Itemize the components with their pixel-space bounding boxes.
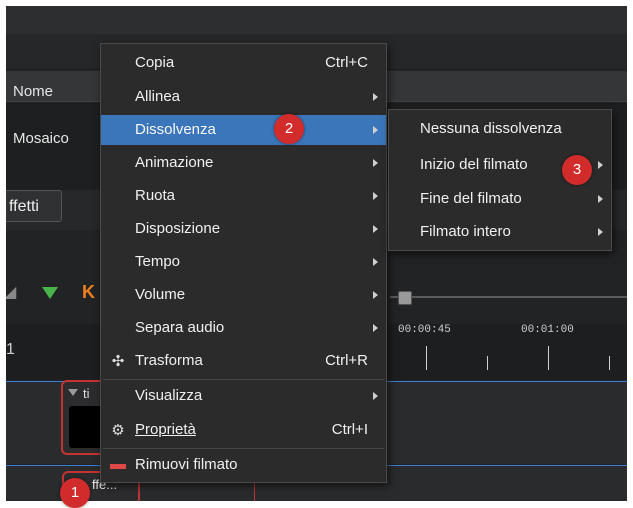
menu-separator — [103, 379, 384, 380]
menu-item-animation[interactable]: Animazione — [101, 148, 386, 178]
ruler-tick — [548, 346, 549, 370]
ruler-tick — [426, 346, 427, 370]
clip-menu-icon[interactable] — [68, 389, 78, 396]
step-badge-2: 2 — [274, 114, 304, 144]
menu-item-label: Separa audio — [135, 319, 225, 336]
move-icon: ✣ — [111, 353, 125, 370]
undo-icon[interactable]: ◢ — [6, 282, 16, 302]
step-badge-3: 3 — [562, 155, 592, 185]
menu-item-shortcut: Ctrl+R — [325, 352, 368, 369]
jump-start-icon[interactable]: K — [82, 282, 95, 303]
menu-item-shortcut: Ctrl+I — [331, 421, 368, 438]
submenu-item-clip-end[interactable]: Fine del filmato — [389, 184, 611, 214]
submenu-arrow-icon — [373, 291, 378, 299]
zoom-slider-track[interactable] — [390, 296, 627, 298]
menu-item-label: Animazione — [135, 154, 214, 171]
submenu-item-label: Filmato intero — [420, 223, 511, 240]
ruler-tick — [487, 356, 488, 370]
column-header-name[interactable]: Nome — [13, 83, 53, 100]
submenu-arrow-icon — [373, 159, 378, 167]
menu-item-transform[interactable]: ✣ Trasforma Ctrl+R — [101, 346, 386, 376]
time-label: 00:00:45 — [398, 324, 451, 336]
submenu-arrow-icon — [598, 195, 603, 203]
submenu-arrow-icon — [373, 258, 378, 266]
menu-item-align[interactable]: Allinea — [101, 82, 386, 112]
submenu-item-label: Fine del filmato — [420, 190, 522, 207]
menu-item-rotate[interactable]: Ruota — [101, 181, 386, 211]
file-name-cell[interactable]: Mosaico — [13, 130, 69, 147]
menu-item-label: Visualizza — [135, 387, 203, 404]
ruler-tick — [609, 356, 610, 370]
submenu-arrow-icon — [373, 225, 378, 233]
title-bar — [6, 6, 627, 34]
menu-item-remove-clip[interactable]: Rimuovi filmato — [101, 450, 386, 480]
time-label: 00:01:00 — [521, 324, 574, 336]
menu-item-label: Trasforma — [135, 352, 203, 369]
menu-item-fade[interactable]: Dissolvenza — [101, 115, 386, 145]
menu-item-separate-audio[interactable]: Separa audio — [101, 313, 386, 343]
menu-item-label: Rimuovi filmato — [135, 456, 238, 473]
menu-item-label: Allinea — [135, 88, 181, 105]
submenu-item-entire-clip[interactable]: Filmato intero — [389, 217, 611, 247]
submenu-item-label: Inizio del filmato — [420, 156, 528, 173]
submenu-arrow-icon — [373, 126, 378, 134]
clip-title: ti — [83, 386, 90, 401]
menu-item-view[interactable]: Visualizza — [101, 381, 386, 411]
submenu-arrow-icon — [373, 192, 378, 200]
menu-item-volume[interactable]: Volume — [101, 280, 386, 310]
menu-item-shortcut: Ctrl+C — [325, 54, 368, 71]
menu-item-label: Ruota — [135, 187, 176, 204]
context-menu: Copia Ctrl+C Allinea Dissolvenza Animazi… — [100, 43, 387, 483]
menu-item-properties[interactable]: ⚙ Proprietà Ctrl+I — [101, 415, 386, 445]
menu-item-label: Disposizione — [135, 220, 221, 237]
add-marker-icon[interactable] — [42, 287, 58, 299]
menu-item-copy[interactable]: Copia Ctrl+C — [101, 48, 386, 78]
submenu-arrow-icon — [373, 93, 378, 101]
menu-separator — [103, 448, 384, 449]
menu-item-time[interactable]: Tempo — [101, 247, 386, 277]
submenu-arrow-icon — [373, 324, 378, 332]
menu-item-label: Tempo — [135, 253, 181, 270]
submenu-item-label: Nessuna dissolvenza — [420, 120, 562, 137]
zoom-slider-handle[interactable] — [398, 291, 412, 305]
tab-effects[interactable]: ffetti — [6, 190, 62, 222]
ruler-marker: 1 — [6, 341, 15, 358]
submenu-arrow-icon — [373, 392, 378, 400]
menu-item-layout[interactable]: Disposizione — [101, 214, 386, 244]
submenu-item-no-fade[interactable]: Nessuna dissolvenza — [389, 114, 611, 144]
step-badge-1: 1 — [60, 478, 90, 508]
menu-item-label: Proprietà — [135, 421, 196, 438]
menu-item-label: Copia — [135, 54, 175, 71]
menu-item-label: Volume — [135, 286, 186, 303]
menu-item-label: Dissolvenza — [135, 121, 216, 138]
submenu-arrow-icon — [598, 228, 603, 236]
submenu-arrow-icon — [598, 161, 603, 169]
gear-icon: ⚙ — [111, 422, 125, 439]
remove-icon — [109, 456, 127, 474]
